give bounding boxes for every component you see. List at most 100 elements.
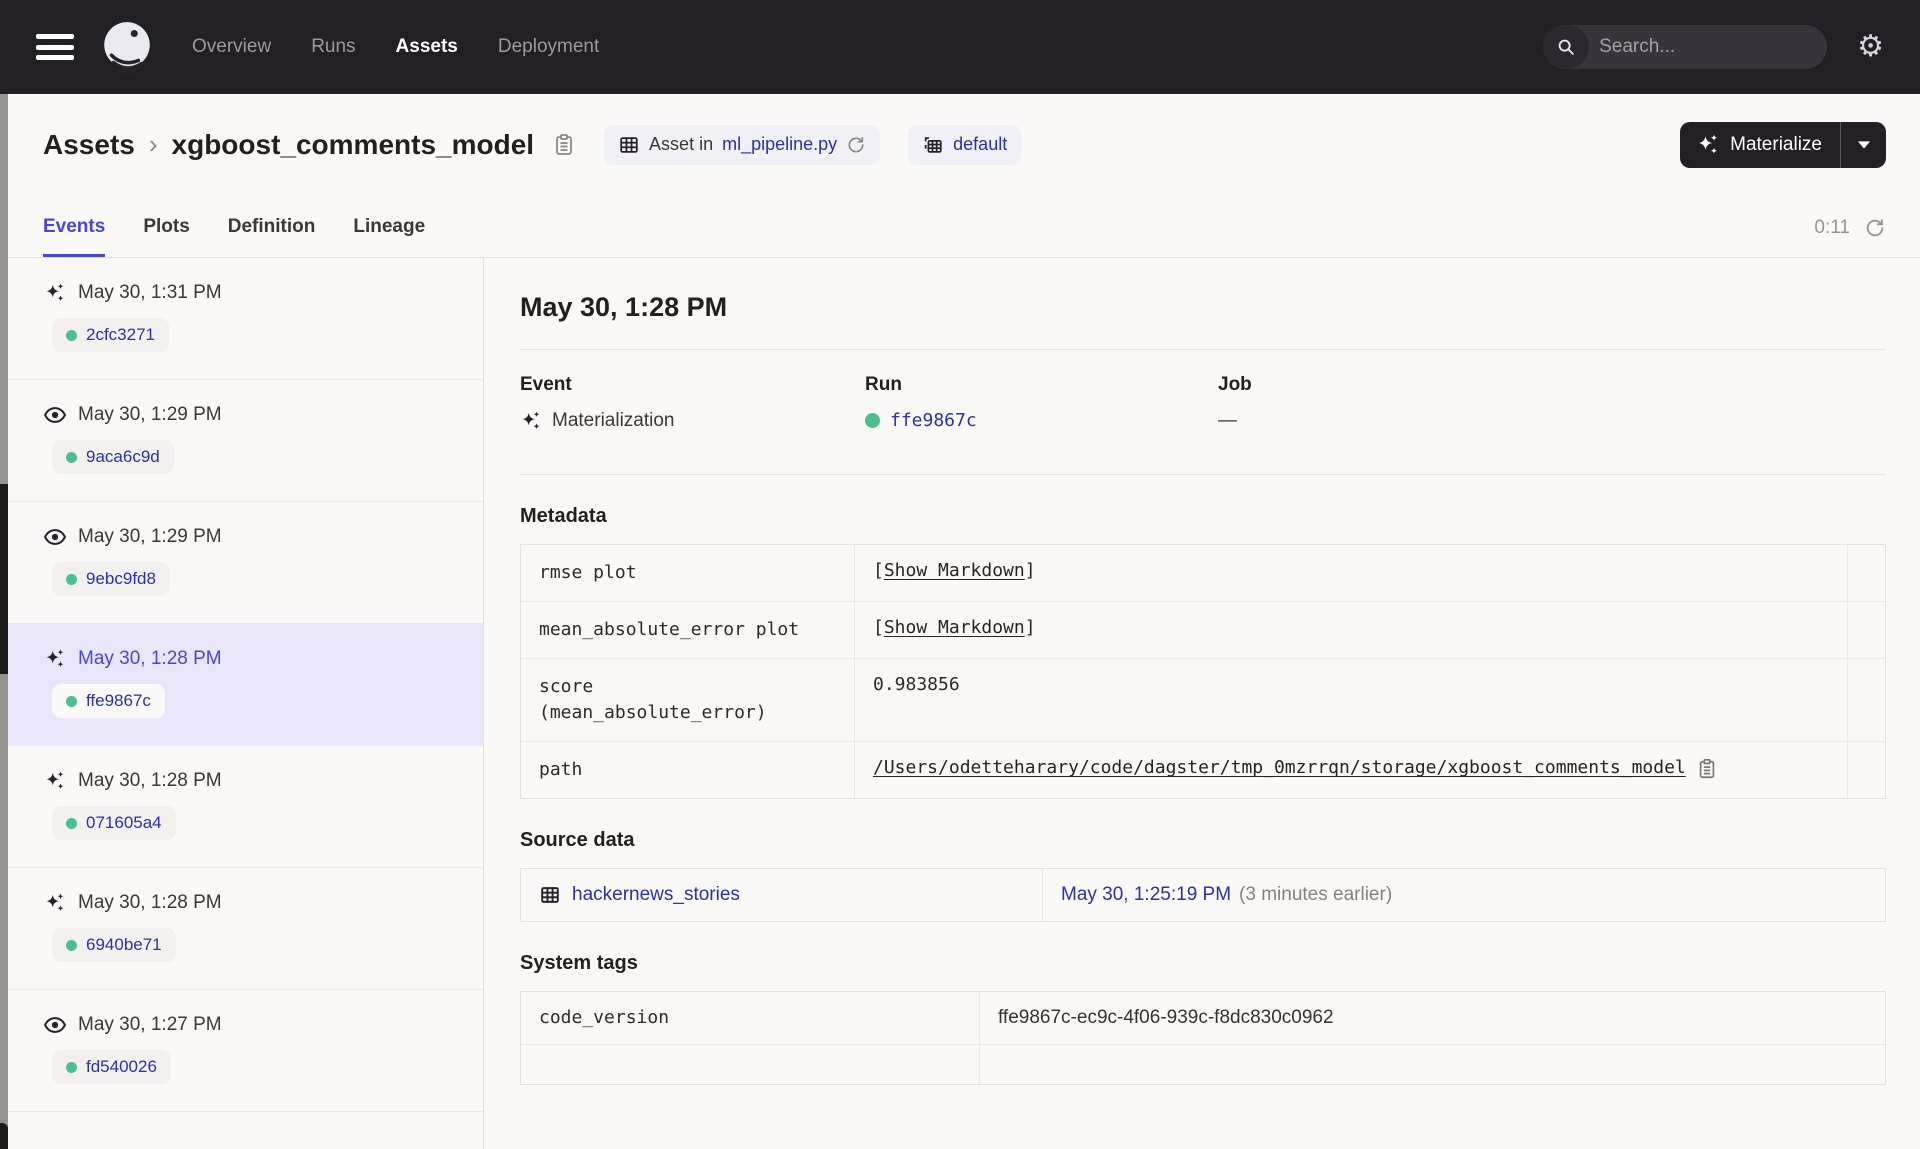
run-status-dot [66,695,77,707]
asset-header: Assets › xgboost_comments_model Asset in… [0,94,1920,195]
page-title: xgboost_comments_model [171,128,535,160]
source-data-heading: Source data [520,829,635,852]
pipeline-file-link[interactable]: ml_pipeline.py [722,134,837,155]
tab-definition[interactable]: Definition [228,216,316,257]
materialization-icon [520,410,542,432]
nav-deployment[interactable]: Deployment [498,36,599,58]
refresh-countdown: 0:11 [1814,217,1850,238]
refresh-icon[interactable] [1864,217,1886,239]
event-list-item[interactable]: May 30, 1:29 PM 9aca6c9d [8,380,483,502]
search-icon [1543,25,1590,69]
materialize-button[interactable]: Materialize [1680,122,1840,168]
event-list-item[interactable]: May 30, 1:27 PM fd540026 [8,990,483,1112]
event-list-item-selected[interactable]: May 30, 1:28 PM ffe9867c [8,624,483,746]
primary-nav: Overview Runs Assets Deployment [192,36,599,58]
source-timestamp-link[interactable]: May 30, 1:25:19 PM [1061,884,1231,906]
show-markdown-link[interactable]: [Show Markdown] [873,560,1036,581]
copy-path-icon[interactable] [1696,758,1718,780]
event-list-item[interactable]: May 30, 1:28 PM 071605a4 [8,746,483,868]
event-timestamp: May 30, 1:29 PM [78,404,222,425]
settings-gear-icon[interactable]: ⚙ [1857,32,1884,62]
run-id-badge[interactable]: ffe9867c [52,684,165,718]
run-id-badge[interactable]: 2cfc3271 [52,318,169,352]
event-timestamp: May 30, 1:27 PM [78,1014,222,1035]
event-timestamp: May 30, 1:29 PM [78,526,222,547]
metadata-key: mean_absolute_error plot [521,602,855,659]
metadata-table: rmse plot [Show Markdown] mean_absolute_… [520,544,1886,800]
materialize-label: Materialize [1730,133,1822,155]
source-data-table: hackernews_stories May 30, 1:25:19 PM (3… [520,868,1886,923]
show-markdown-link[interactable]: [Show Markdown] [873,617,1036,638]
run-status-dot [66,817,77,829]
event-timestamp: May 30, 1:31 PM [78,282,222,303]
tab-events[interactable]: Events [43,216,106,257]
metadata-key: score (mean_absolute_error) [521,659,855,742]
nav-runs[interactable]: Runs [311,36,355,58]
storage-path-link[interactable]: /Users/odetteharary/code/dagster/tmp_0mz… [873,757,1686,778]
code-location-grid-icon [618,134,640,156]
breadcrumb-separator: › [148,129,158,159]
table-row: rmse plot [Show Markdown] [521,545,1885,602]
run-status-dot [865,413,880,428]
copy-asset-name-icon[interactable] [552,133,576,157]
run-id-badge[interactable]: 071605a4 [52,806,176,840]
run-id-badge[interactable]: 9aca6c9d [52,440,174,474]
event-column-label: Event [520,374,572,395]
materialization-icon [44,770,66,792]
table-row: code_version ffe9867c-ec9c-4f06-939c-f8d… [521,992,1885,1045]
reload-location-icon[interactable] [846,135,866,155]
metadata-key: rmse plot [521,545,855,602]
run-id-badge[interactable]: 9ebc9fd8 [52,562,170,596]
asset-location-badge[interactable]: Asset in ml_pipeline.py [604,124,881,165]
system-tag-value: ffe9867c-ec9c-4f06-939c-f8dc830c0962 [998,1007,1334,1029]
materialization-icon [44,282,66,304]
repository-default-link[interactable]: default [953,134,1007,155]
run-status-dot [66,939,77,951]
run-status-dot [66,1061,77,1073]
run-id-badge[interactable]: 6940be71 [52,928,176,962]
table-row: hackernews_stories May 30, 1:25:19 PM (3… [521,869,1885,922]
nav-assets[interactable]: Assets [396,36,458,58]
event-type-value: Materialization [552,410,675,431]
source-asset-link[interactable]: hackernews_stories [572,884,740,906]
event-list-item[interactable]: May 30, 1:31 PM 2cfc3271 [8,258,483,380]
nav-overview[interactable]: Overview [192,36,271,58]
table-row [521,1044,1885,1085]
top-nav-bar: Overview Runs Assets Deployment / ⚙ [0,0,1920,94]
system-tags-table: code_version ffe9867c-ec9c-4f06-939c-f8d… [520,991,1886,1086]
event-list-item[interactable]: May 30, 1:28 PM 6940be71 [8,868,483,990]
event-list: May 30, 1:31 PM 2cfc3271 May 30, 1:29 PM… [8,258,484,1149]
menu-icon[interactable] [36,34,74,60]
run-id-badge[interactable]: fd540026 [52,1050,171,1084]
materialize-dropdown-button[interactable] [1840,121,1886,168]
dagster-logo-icon[interactable] [98,18,156,76]
metadata-heading: Metadata [520,505,607,527]
materialize-button-group: Materialize [1680,121,1886,168]
run-status-dot [66,573,77,585]
asset-location-prefix: Asset in [649,134,714,154]
run-id-link[interactable]: ffe9867c [890,410,977,431]
job-column-label: Job [1218,374,1252,395]
run-status-dot [66,451,77,463]
search-bar[interactable]: / [1543,25,1828,69]
breadcrumb-assets-link[interactable]: Assets [43,129,135,161]
asset-tabs: Events Plots Definition Lineage 0:11 [0,195,1920,258]
system-tag-key: code_version [521,992,980,1045]
tab-lineage[interactable]: Lineage [353,216,425,257]
caret-down-icon [1857,140,1870,149]
materialization-icon [44,648,66,670]
repository-layers-icon [922,134,944,156]
repository-badge[interactable]: default [908,124,1022,165]
system-tags-heading: System tags [520,952,638,975]
event-timestamp: May 30, 1:28 PM [78,648,222,669]
search-input[interactable] [1589,36,1828,58]
observation-eye-icon [44,526,66,548]
window-edge-strip [0,94,8,1149]
run-status-dot [66,329,77,341]
asset-grid-icon [539,884,561,906]
table-row: mean_absolute_error plot [Show Markdown] [521,601,1885,659]
tab-plots[interactable]: Plots [143,216,189,257]
event-list-item[interactable] [8,1112,483,1148]
event-list-item[interactable]: May 30, 1:29 PM 9ebc9fd8 [8,502,483,624]
job-value: — [1218,410,1237,431]
